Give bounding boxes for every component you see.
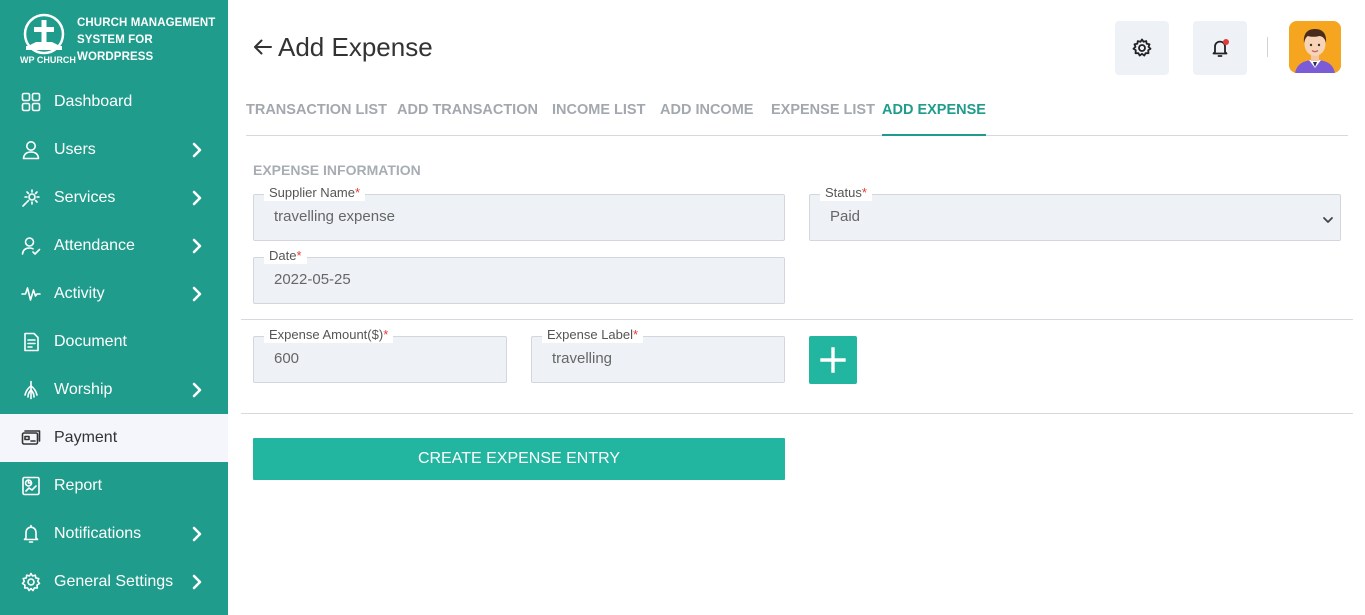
plus-icon [820,347,846,373]
header-divider [1267,37,1268,57]
sidebar-item-worship[interactable]: Worship [0,366,228,414]
tab-add-expense[interactable]: ADD EXPENSE [882,100,986,136]
field-label: Expense Amount($)* [264,327,394,343]
tab-add-income[interactable]: ADD INCOME [660,100,753,136]
brand-line-2: SYSTEM FOR [77,34,153,46]
field-label-text: Date [269,248,297,263]
supplier-name-field[interactable]: Supplier Name* travelling expense [253,185,785,241]
date-input[interactable]: 2022-05-25 [274,271,351,288]
services-icon [20,187,42,209]
chevron-right-icon [190,526,204,542]
tab-income-list[interactable]: INCOME LIST [552,100,645,136]
sidebar-item-label: General Settings [54,573,174,590]
sidebar-item-label: Dashboard [54,93,133,110]
expense-label-input[interactable]: travelling [552,350,612,367]
tab-transaction-list[interactable]: TRANSACTION LIST [246,100,387,136]
section-title: EXPENSE INFORMATION [253,162,421,178]
logo-text: WP CHURCH [20,55,76,65]
field-label: Expense Label* [542,327,644,343]
arrow-left-icon[interactable] [252,36,274,58]
field-label-text: Status [825,185,862,200]
expense-amount-field[interactable]: Expense Amount($)* 600 [253,327,507,383]
church-logo: WP CHURCH [18,12,76,68]
field-label-text: Expense Amount($) [269,327,384,342]
required-mark: * [355,185,361,200]
document-icon [20,331,42,353]
sidebar-item-label: Attendance [54,237,135,254]
sidebar-item-label: Worship [54,381,113,398]
payment-icon [20,427,42,449]
field-label: Status* [820,185,872,201]
tab-expense-list[interactable]: EXPENSE LIST [771,100,875,136]
sidebar-nav: Dashboard Users Services Attendance Acti… [0,78,228,606]
sidebar-item-general-settings[interactable]: General Settings [0,558,228,606]
page-title: Add Expense [252,30,433,64]
tab-add-transaction[interactable]: ADD TRANSACTION [397,100,538,136]
supplier-name-input[interactable]: travelling expense [274,208,395,225]
chevron-down-icon [1322,212,1334,223]
notifications-button[interactable] [1193,21,1247,75]
add-expense-row-button[interactable] [809,336,857,384]
report-icon [20,475,42,497]
sidebar-item-label: Report [54,477,103,494]
required-mark: * [383,327,389,342]
sidebar-item-label: Activity [54,285,105,302]
brand-line-1: CHURCH MANAGEMENT [77,17,216,29]
field-label: Supplier Name* [264,185,366,201]
date-field[interactable]: Date* 2022-05-25 [253,248,785,304]
attendance-icon [20,235,42,257]
field-label: Date* [264,248,307,264]
divider [241,413,1353,414]
chevron-right-icon [190,574,204,590]
field-label-text: Expense Label [547,327,634,342]
avatar[interactable] [1289,21,1341,73]
sidebar-item-document[interactable]: Document [0,318,228,366]
sidebar-item-label: Payment [54,429,118,446]
divider [241,319,1353,320]
create-expense-entry-button[interactable]: CREATE EXPENSE ENTRY [253,438,785,480]
chevron-right-icon [190,238,204,254]
chevron-right-icon [190,142,204,158]
sidebar-item-label: Document [54,333,127,350]
brand-line-3: WORDPRESS [77,51,154,63]
chevron-right-icon [190,286,204,302]
sidebar: WP CHURCH CHURCH MANAGEMENT SYSTEM FOR W… [0,0,228,615]
user-icon [20,139,42,161]
required-mark: * [296,248,302,263]
required-mark: * [861,185,867,200]
status-select[interactable]: Status* Paid [809,185,1341,241]
sidebar-item-notifications[interactable]: Notifications [0,510,228,558]
sidebar-item-label: Users [54,141,96,158]
chevron-right-icon [190,190,204,206]
sidebar-item-activity[interactable]: Activity [0,270,228,318]
payment-tabs: TRANSACTION LIST ADD TRANSACTION INCOME … [246,100,1348,136]
expense-amount-input[interactable]: 600 [274,350,299,367]
sidebar-item-label: Services [54,189,116,206]
page-title-text: Add Expense [278,31,433,62]
settings-button[interactable] [1115,21,1169,75]
sidebar-item-dashboard[interactable]: Dashboard [0,78,228,126]
bell-icon [20,523,42,545]
sidebar-item-label: Notifications [54,525,142,542]
chevron-right-icon [190,382,204,398]
sidebar-item-users[interactable]: Users [0,126,228,174]
sidebar-item-services[interactable]: Services [0,174,228,222]
field-label-text: Supplier Name [269,185,355,200]
brand[interactable]: WP CHURCH CHURCH MANAGEMENT SYSTEM FOR W… [18,12,218,68]
sidebar-item-report[interactable]: Report [0,462,228,510]
worship-icon [20,379,42,401]
sidebar-item-payment[interactable]: Payment [0,414,228,462]
status-selected-value: Paid [830,208,861,225]
expense-label-field[interactable]: Expense Label* travelling [531,327,785,383]
grid-icon [20,91,42,113]
pulse-icon [20,283,42,305]
required-mark: * [633,327,639,342]
gear-icon [1132,38,1152,57]
gear-icon [20,571,42,593]
brand-title: CHURCH MANAGEMENT SYSTEM FOR WORDPRESS [77,15,215,66]
notification-dot [1223,39,1229,45]
sidebar-item-attendance[interactable]: Attendance [0,222,228,270]
